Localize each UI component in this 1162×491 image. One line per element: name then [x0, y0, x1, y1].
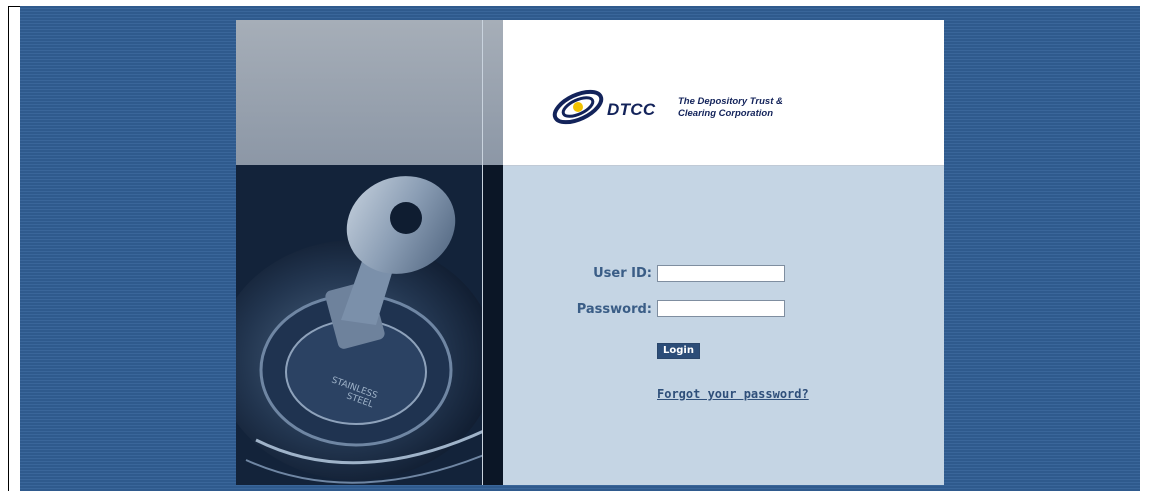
key-photo: STAINLESS STEEL [236, 20, 503, 485]
password-input[interactable] [657, 300, 785, 317]
password-label: Password: [576, 302, 652, 317]
login-panel: STAINLESS STEEL DTCC The Depository Trus… [236, 20, 944, 485]
logo-tagline-line1: The Depository Trust & [678, 96, 783, 107]
logo-brand-name: DTCC [607, 100, 656, 119]
logo-tagline-line2: Clearing Corporation [678, 108, 774, 119]
photo-dark-strip [483, 165, 503, 485]
login-button[interactable]: Login [657, 343, 700, 359]
forgot-password-link[interactable]: Forgot your password? [657, 387, 809, 401]
key-image: STAINLESS STEEL [236, 165, 503, 485]
user-id-label: User ID: [593, 266, 652, 281]
logo-tagline: The Depository Trust & Clearing Corporat… [678, 96, 818, 120]
user-id-input[interactable] [657, 265, 785, 282]
logo-header: DTCC The Depository Trust & Clearing Cor… [503, 20, 944, 166]
login-form: User ID: Password: Login Forgot your pas… [503, 166, 944, 485]
dtcc-swirl-logo-icon [552, 89, 604, 125]
